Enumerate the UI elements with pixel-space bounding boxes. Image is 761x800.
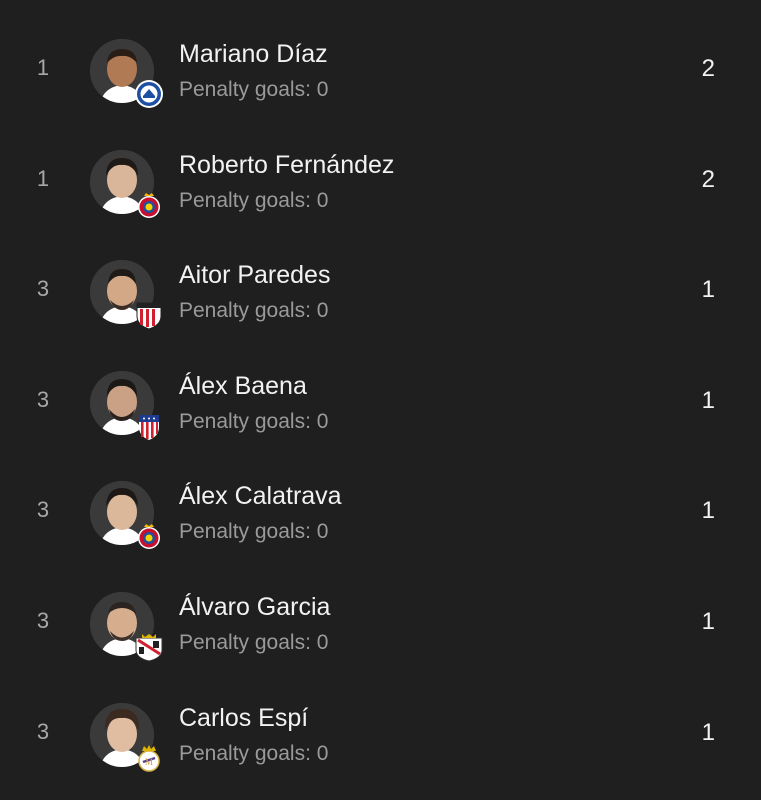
player-avatar [90,591,163,662]
list-item[interactable]: 3 Álex Baena Penalty goals: 0 1 [0,347,761,458]
goals-count: 1 [701,718,715,746]
goals-count: 2 [701,55,715,82]
player-name: Carlos Espí [179,703,309,732]
player-name: Álex Baena [179,371,307,400]
list-item[interactable]: 3 Álex Calatrava Penalty goals: 0 1 [0,457,761,568]
list-item[interactable]: 1 Roberto Fernández Penalty goals: 0 2 [0,126,761,237]
espanyol-crest-icon [134,190,164,220]
atletico-crest-icon [134,411,164,441]
scorers-list: 1 Mariano Díaz Penalty goals: 0 2 1 Robe… [0,15,761,789]
rank-number: 3 [36,276,50,302]
player-name: Mariano Díaz [179,40,328,68]
list-item[interactable]: 1 Mariano Díaz Penalty goals: 0 2 [0,15,761,126]
list-item[interactable]: 3 M Carlos Espí Penalty goals: 0 1 [0,679,761,790]
goals-count: 2 [701,165,715,193]
penalty-goals: Penalty goals: 0 [179,520,329,544]
goals-count: 1 [701,276,715,304]
player-avatar [90,39,163,108]
rank-number: 3 [36,607,50,633]
rank-number: 1 [36,165,50,191]
list-item[interactable]: 3 Álvaro Garcia Penalty goals: 0 1 [0,568,761,679]
player-name: Álvaro Garcia [179,592,331,621]
goals-count: 1 [701,497,715,525]
player-avatar [90,481,160,550]
real-madrid-crest-icon: M [134,743,164,773]
athletic-crest-icon [134,300,164,330]
player-avatar: M [90,702,160,772]
penalty-goals: Penalty goals: 0 [179,630,329,654]
player-avatar [90,260,162,330]
rank-number: 3 [36,497,50,523]
penalty-goals: Penalty goals: 0 [179,409,329,433]
goals-count: 1 [701,607,715,635]
alaves-crest-icon [134,79,164,109]
svg-text:M: M [145,757,153,767]
rayo-crest-icon [134,632,164,662]
penalty-goals: Penalty goals: 0 [179,741,329,765]
player-name: Álex Calatrava [179,482,342,511]
list-item[interactable]: 3 Aitor Paredes Penalty goals: 0 1 [0,236,761,347]
penalty-goals: Penalty goals: 0 [179,78,329,101]
penalty-goals: Penalty goals: 0 [179,299,329,323]
player-avatar [90,149,160,218]
espanyol-crest-icon [134,521,164,551]
goals-count: 1 [701,386,715,414]
rank-number: 3 [36,718,50,744]
player-name: Aitor Paredes [179,261,331,290]
player-name: Roberto Fernández [179,150,395,179]
rank-number: 3 [36,386,50,412]
penalty-goals: Penalty goals: 0 [179,188,329,212]
player-avatar [90,370,159,440]
rank-number: 1 [36,55,50,80]
